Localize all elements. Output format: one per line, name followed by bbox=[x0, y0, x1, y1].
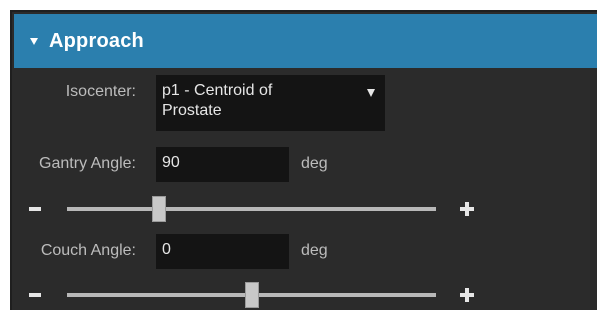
couch-angle-unit: deg bbox=[301, 242, 328, 259]
gantry-decrement-icon[interactable] bbox=[29, 207, 41, 211]
isocenter-value: p1 - Centroid of Prostate bbox=[162, 82, 273, 119]
approach-panel: Approach Isocenter: p1 - Centroid of Pro… bbox=[10, 10, 597, 310]
gantry-angle-unit: deg bbox=[301, 155, 328, 172]
collapse-icon[interactable] bbox=[30, 38, 38, 45]
couch-angle-input[interactable]: 0 bbox=[156, 234, 289, 269]
gantry-increment-icon[interactable] bbox=[460, 202, 474, 216]
gantry-angle-slider[interactable] bbox=[67, 196, 436, 222]
gantry-slider-thumb[interactable] bbox=[152, 196, 167, 222]
chevron-down-icon[interactable] bbox=[367, 89, 375, 97]
panel-title: Approach bbox=[49, 29, 144, 52]
isocenter-label: Isocenter: bbox=[65, 83, 136, 100]
isocenter-select[interactable]: p1 - Centroid of Prostate bbox=[156, 75, 385, 131]
couch-angle-slider[interactable] bbox=[67, 282, 436, 308]
couch-slider-thumb[interactable] bbox=[244, 282, 259, 308]
approach-panel-header[interactable]: Approach bbox=[14, 14, 597, 68]
gantry-angle-input[interactable]: 90 bbox=[156, 147, 289, 182]
couch-angle-label: Couch Angle: bbox=[40, 242, 136, 259]
couch-increment-icon[interactable] bbox=[460, 288, 474, 302]
gantry-angle-label: Gantry Angle: bbox=[39, 155, 136, 172]
couch-decrement-icon[interactable] bbox=[29, 293, 41, 297]
